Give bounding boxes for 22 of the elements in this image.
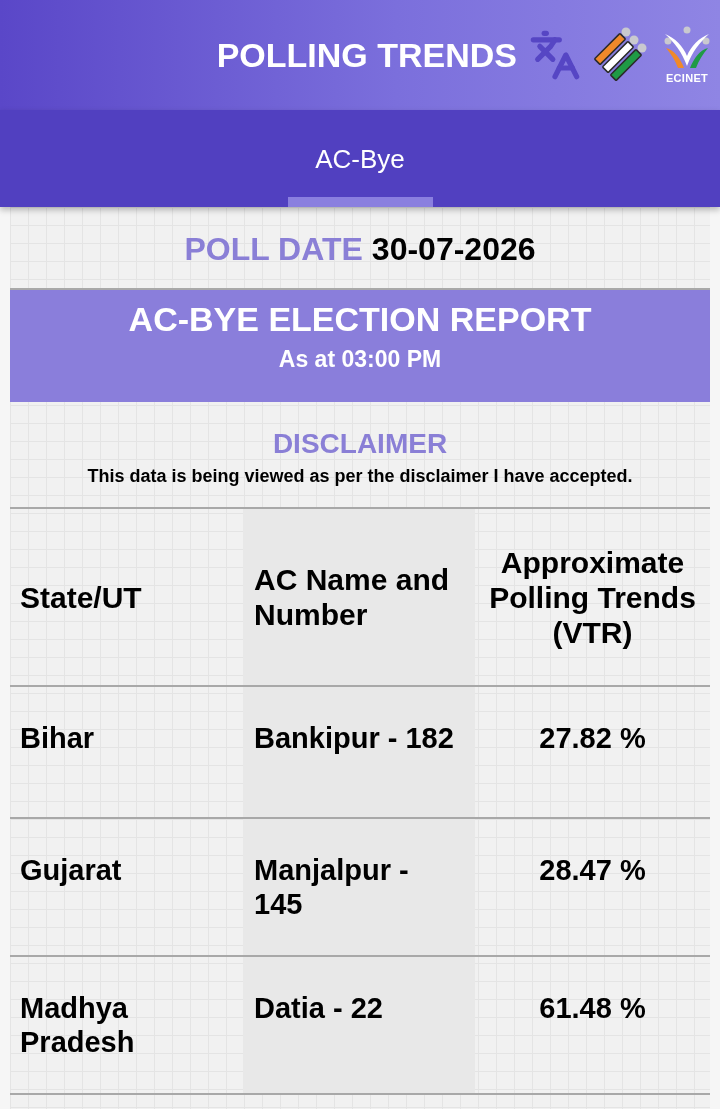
column-header: Approximate Polling Trends (VTR) [488, 544, 697, 651]
table-cell-text: 61.48 % [538, 991, 647, 1026]
app-title: POLLING TRENDS [216, 35, 517, 75]
people-check-logo-icon [662, 26, 712, 70]
translate-icon[interactable] [529, 29, 581, 81]
poll-date-label: POLL DATE [184, 231, 363, 268]
table-cell-text: 28.47 % [538, 853, 647, 888]
table-cell: Datia - 22 [243, 957, 475, 1093]
disclaimer-title: DISCLAIMER [272, 428, 448, 460]
column-header: AC Name and Number [243, 509, 475, 685]
disclaimer-text: This data is being viewed as per the disclaimer I have accepted. [87, 465, 633, 488]
table-cell: Bankipur - 182 [243, 687, 475, 817]
table-cell-text: 27.82 % [538, 721, 647, 756]
table-cell-text: Gujarat [19, 853, 123, 888]
report-time: As at 03:00 PM [278, 345, 442, 373]
table-cell: Manjalpur - 145 [243, 819, 475, 955]
table-cell-text: Bihar [19, 721, 96, 756]
logo-caption: ECINET [665, 72, 709, 84]
report-title: AC-BYE ELECTION REPORT [128, 299, 592, 339]
poll-date-value: 30-07-2026 [371, 231, 536, 268]
column-header: State/UT [19, 579, 143, 616]
table-cell-text: Madhya Pradesh [19, 991, 136, 1060]
